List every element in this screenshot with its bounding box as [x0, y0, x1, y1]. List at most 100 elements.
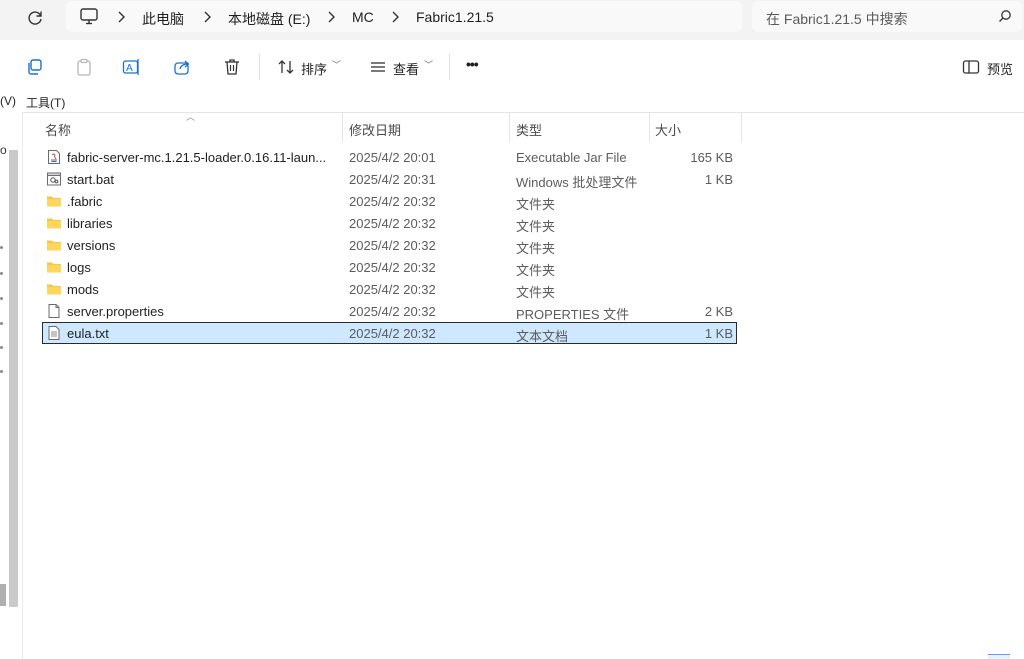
copy-button[interactable]	[21, 54, 47, 80]
file-name: .fabric	[67, 194, 103, 209]
file-type: 文件夹	[516, 285, 556, 300]
nav-marker	[0, 322, 3, 325]
file-size: 165 KB	[690, 150, 733, 165]
preview-pane-button[interactable]	[958, 54, 984, 80]
command-bar: A 排序 ﹀ 查看 ﹀ ••• 预览	[0, 40, 1024, 92]
search-icon[interactable]	[998, 9, 1012, 28]
file-name: mods	[67, 282, 99, 297]
nav-marker	[0, 246, 3, 249]
column-header-row: 名称 修改日期 类型 大小	[0, 112, 1024, 142]
view-label[interactable]: 查看	[393, 59, 419, 78]
column-divider[interactable]	[342, 112, 343, 142]
jar-icon	[46, 149, 62, 165]
view-toggle[interactable]	[988, 654, 1010, 659]
share-button[interactable]	[169, 54, 195, 80]
rename-button[interactable]: A	[119, 54, 145, 80]
chevron-right-icon[interactable]	[326, 10, 336, 24]
view-button[interactable]	[365, 54, 391, 80]
file-row[interactable]: .fabric 2025/4/2 20:32 文件夹	[42, 190, 737, 212]
chevron-down-icon[interactable]: ﹀	[424, 58, 433, 71]
file-row[interactable]: versions 2025/4/2 20:32 文件夹	[42, 234, 737, 256]
menu-view[interactable]: (V)	[0, 94, 16, 108]
svg-text:A: A	[126, 63, 133, 74]
file-name: versions	[67, 238, 116, 253]
trash-icon	[225, 59, 239, 75]
column-header-type[interactable]: 类型	[516, 120, 542, 139]
file-modified: 2025/4/2 20:32	[349, 194, 436, 209]
file-type: Windows 批处理文件	[516, 175, 638, 190]
file-modified: 2025/4/2 20:32	[349, 304, 436, 319]
nav-marker	[0, 272, 3, 275]
chevron-down-icon[interactable]: ﹀	[332, 58, 341, 71]
scrollbar-thumb[interactable]	[0, 584, 6, 606]
nav-partial-text: o	[0, 143, 7, 157]
file-row[interactable]: start.bat 2025/4/2 20:31 Windows 批处理文件 1 KB	[42, 168, 737, 190]
clipboard-icon	[77, 58, 91, 76]
refresh-button[interactable]	[24, 7, 46, 29]
file-modified: 2025/4/2 20:01	[349, 150, 436, 165]
chevron-right-icon[interactable]	[116, 10, 126, 24]
computer-icon	[80, 8, 98, 30]
file-row[interactable]: eula.txt 2025/4/2 20:32 文本文档 1 KB	[42, 322, 737, 344]
file-name: start.bat	[67, 172, 114, 187]
file-name: server.properties	[67, 304, 164, 319]
file-type: Executable Jar File	[516, 150, 627, 165]
nav-marker	[0, 346, 3, 349]
breadcrumb-fabric[interactable]: Fabric1.21.5	[416, 9, 494, 25]
column-divider[interactable]	[741, 112, 742, 142]
folder-icon	[46, 215, 62, 231]
column-divider[interactable]	[649, 112, 650, 142]
breadcrumb-this-pc[interactable]: 此电脑	[142, 9, 184, 29]
sort-ascending-icon: ︿	[186, 112, 196, 122]
file-modified: 2025/4/2 20:32	[349, 260, 436, 275]
file-icon	[46, 303, 62, 319]
address-bar[interactable]: 此电脑 本地磁盘 (E:) MC Fabric1.21.5	[66, 1, 742, 32]
refresh-icon	[28, 11, 42, 25]
file-type: 文件夹	[516, 219, 556, 234]
toolbar-divider	[449, 54, 450, 80]
breadcrumb-local-disk[interactable]: 本地磁盘 (E:)	[228, 9, 310, 29]
file-type: 文件夹	[516, 197, 556, 212]
file-row[interactable]: libraries 2025/4/2 20:32 文件夹	[42, 212, 737, 234]
file-size: 1 KB	[704, 326, 733, 341]
search-placeholder: 在 Fabric1.21.5 中搜索	[766, 11, 908, 27]
chevron-right-icon[interactable]	[202, 10, 212, 24]
column-header-name[interactable]: 名称	[45, 120, 71, 139]
search-box[interactable]: 在 Fabric1.21.5 中搜索	[752, 1, 1022, 32]
file-name: fabric-server-mc.1.21.5-loader.0.16.11-l…	[67, 150, 327, 165]
column-header-size[interactable]: 大小	[655, 120, 681, 139]
file-size: 2 KB	[704, 304, 733, 319]
share-icon	[174, 60, 190, 75]
sort-button[interactable]	[273, 54, 299, 80]
folder-icon	[46, 259, 62, 275]
paste-button[interactable]	[71, 54, 97, 80]
sort-icon	[278, 60, 294, 74]
rename-icon: A	[122, 59, 139, 75]
chevron-right-icon[interactable]	[390, 10, 400, 24]
file-modified: 2025/4/2 20:32	[349, 282, 436, 297]
file-type: PROPERTIES 文件	[516, 307, 630, 322]
file-row[interactable]: fabric-server-mc.1.21.5-loader.0.16.11-l…	[42, 146, 737, 168]
more-options-button[interactable]: •••	[466, 56, 479, 72]
file-name: logs	[67, 260, 91, 275]
nav-marker	[0, 297, 3, 300]
text-file-icon	[46, 325, 62, 341]
file-row[interactable]: mods 2025/4/2 20:32 文件夹	[42, 278, 737, 300]
column-divider[interactable]	[509, 112, 510, 142]
preview-label[interactable]: 预览	[987, 59, 1013, 78]
copy-icon	[28, 59, 42, 75]
sort-label[interactable]: 排序	[301, 59, 327, 78]
file-modified: 2025/4/2 20:32	[349, 216, 436, 231]
column-header-modified[interactable]: 修改日期	[349, 120, 401, 139]
file-row[interactable]: logs 2025/4/2 20:32 文件夹	[42, 256, 737, 278]
file-row[interactable]: server.properties 2025/4/2 20:32 PROPERTIE…	[42, 300, 737, 322]
batch-file-icon	[46, 171, 62, 187]
menu-tools[interactable]: 工具(T)	[26, 94, 65, 111]
file-type: 文本文档	[516, 329, 569, 344]
delete-button[interactable]	[219, 54, 245, 80]
file-modified: 2025/4/2 20:32	[349, 238, 436, 253]
folder-icon	[46, 237, 62, 253]
breadcrumb-mc[interactable]: MC	[352, 9, 374, 25]
file-name: libraries	[67, 216, 113, 231]
navigation-scrollbar[interactable]	[9, 150, 18, 607]
